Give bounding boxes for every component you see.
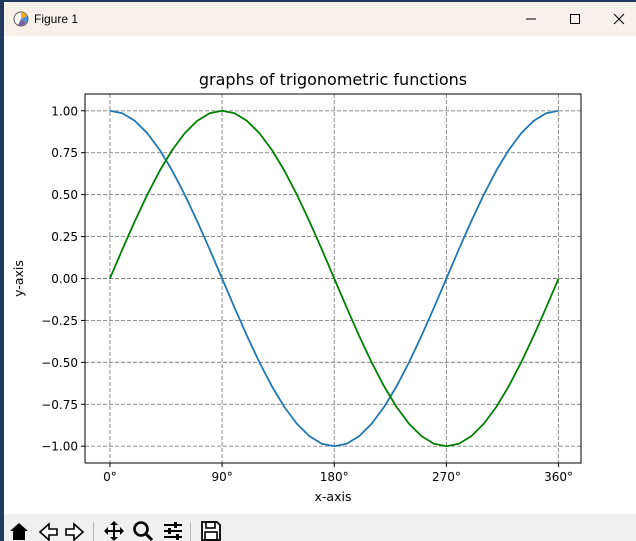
forward-button[interactable] xyxy=(62,520,88,541)
minimize-icon xyxy=(526,18,536,20)
configure-subplots-icon xyxy=(164,522,182,540)
x-tick-label: 270° xyxy=(432,470,461,484)
y-tick-label: 0.75 xyxy=(51,146,78,160)
toolbar-separator xyxy=(190,522,191,541)
y-tick-label: −0.25 xyxy=(41,314,78,328)
save-icon xyxy=(201,521,221,541)
x-tick-label: 180° xyxy=(320,470,349,484)
ticks: 0° 90° 180° 270° 360° 1.00 0.75 0.50 0.25 0.00 −0.… xyxy=(41,104,573,484)
figure-canvas[interactable]: 0° 90° 180° 270° 360° 1.00 0.75 0.50 0.25 0.00 −0.… xyxy=(4,36,636,514)
title-bar[interactable]: Figure 1 xyxy=(4,2,636,36)
close-button[interactable] xyxy=(596,2,636,36)
forward-icon xyxy=(65,522,85,541)
y-tick-label: 0.00 xyxy=(51,272,78,286)
y-tick-label: −1.00 xyxy=(41,440,78,454)
y-axis-label: y-axis xyxy=(11,260,26,297)
save-button[interactable] xyxy=(198,520,224,541)
back-icon xyxy=(38,522,58,541)
zoom-icon xyxy=(133,521,154,541)
close-icon xyxy=(613,13,625,25)
chart: 0° 90° 180° 270° 360° 1.00 0.75 0.50 0.25 0.00 −0.… xyxy=(11,70,582,504)
back-button[interactable] xyxy=(35,520,61,541)
y-tick-label: −0.50 xyxy=(41,356,78,370)
minimize-button[interactable] xyxy=(508,2,554,36)
pan-button[interactable] xyxy=(101,520,127,541)
x-tick-label: 360° xyxy=(544,470,573,484)
matplotlib-app-icon xyxy=(12,10,30,28)
chart-title: graphs of trigonometric functions xyxy=(199,70,467,89)
y-tick-label: 0.25 xyxy=(51,230,78,244)
figure-window: Figure 1 0° 90° 180° 270° 360° 1.00 0.75 0.50 0.… xyxy=(4,2,636,541)
x-tick-label: 90° xyxy=(211,470,232,484)
window-title: Figure 1 xyxy=(34,12,79,26)
x-axis-label: x-axis xyxy=(315,489,352,504)
x-tick-label: 0° xyxy=(103,470,117,484)
y-tick-label: 1.00 xyxy=(51,104,78,118)
maximize-button[interactable] xyxy=(552,2,598,36)
y-tick-label: 0.50 xyxy=(51,188,78,202)
home-button[interactable] xyxy=(6,520,32,541)
maximize-icon xyxy=(570,14,580,24)
navigation-toolbar xyxy=(4,514,636,541)
zoom-button[interactable] xyxy=(130,520,156,541)
home-icon xyxy=(10,523,28,540)
y-tick-label: −0.75 xyxy=(41,398,78,412)
configure-subplots-button[interactable] xyxy=(160,520,186,541)
toolbar-separator xyxy=(93,522,94,541)
pan-icon xyxy=(104,521,124,541)
